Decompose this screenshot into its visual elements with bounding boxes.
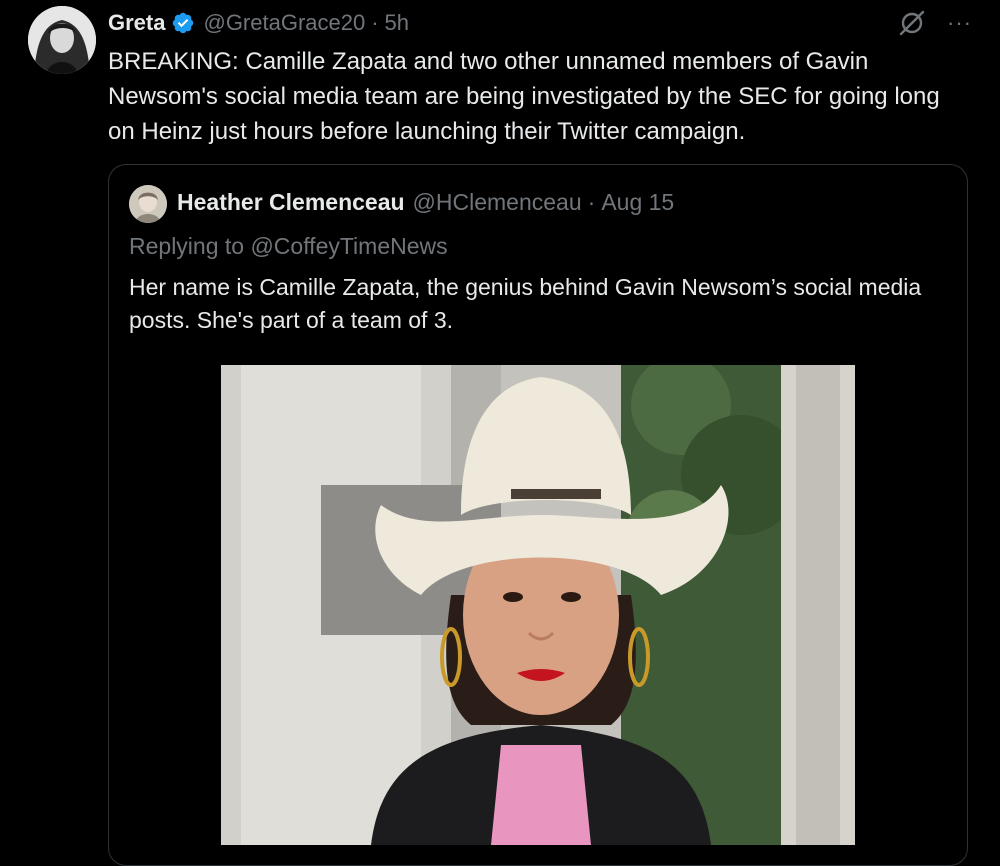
grok-icon[interactable] (897, 8, 927, 38)
tweet-actions-top: ··· (897, 8, 972, 38)
quoted-tweet-date[interactable]: Aug 15 (601, 189, 674, 216)
author-handle[interactable]: @GretaGrace20 (203, 10, 365, 36)
quoted-tweet-text: Her name is Camille Zapata, the genius b… (129, 274, 922, 333)
quoted-author-avatar[interactable] (129, 185, 167, 223)
more-icon[interactable]: ··· (947, 12, 972, 34)
tweet-text: BREAKING: Camille Zapata and two other u… (108, 48, 940, 145)
quoted-tweet-header: Heather Clemenceau @HClemenceau · Aug 15 (177, 189, 674, 216)
tweet-header: Greta @GretaGrace20 · 5h (108, 8, 409, 38)
verified-badge-icon (173, 12, 194, 34)
author-name[interactable]: Greta (108, 10, 165, 36)
author-avatar[interactable] (28, 6, 96, 74)
quoted-author-handle[interactable]: @HClemenceau (413, 189, 582, 216)
quoted-tweet-photo[interactable] (221, 365, 855, 845)
quoted-author-name[interactable]: Heather Clemenceau (177, 189, 405, 216)
quoted-tweet[interactable]: Heather Clemenceau @HClemenceau · Aug 15… (108, 164, 968, 866)
separator-dot: · (587, 189, 596, 215)
tweet[interactable]: Greta @GretaGrace20 · 5h ··· BREAKING: C… (0, 0, 1000, 866)
separator-dot: · (371, 10, 379, 35)
tweet-timestamp[interactable]: 5h (385, 10, 409, 36)
replying-to[interactable]: Replying to @CoffeyTimeNews (129, 233, 448, 260)
